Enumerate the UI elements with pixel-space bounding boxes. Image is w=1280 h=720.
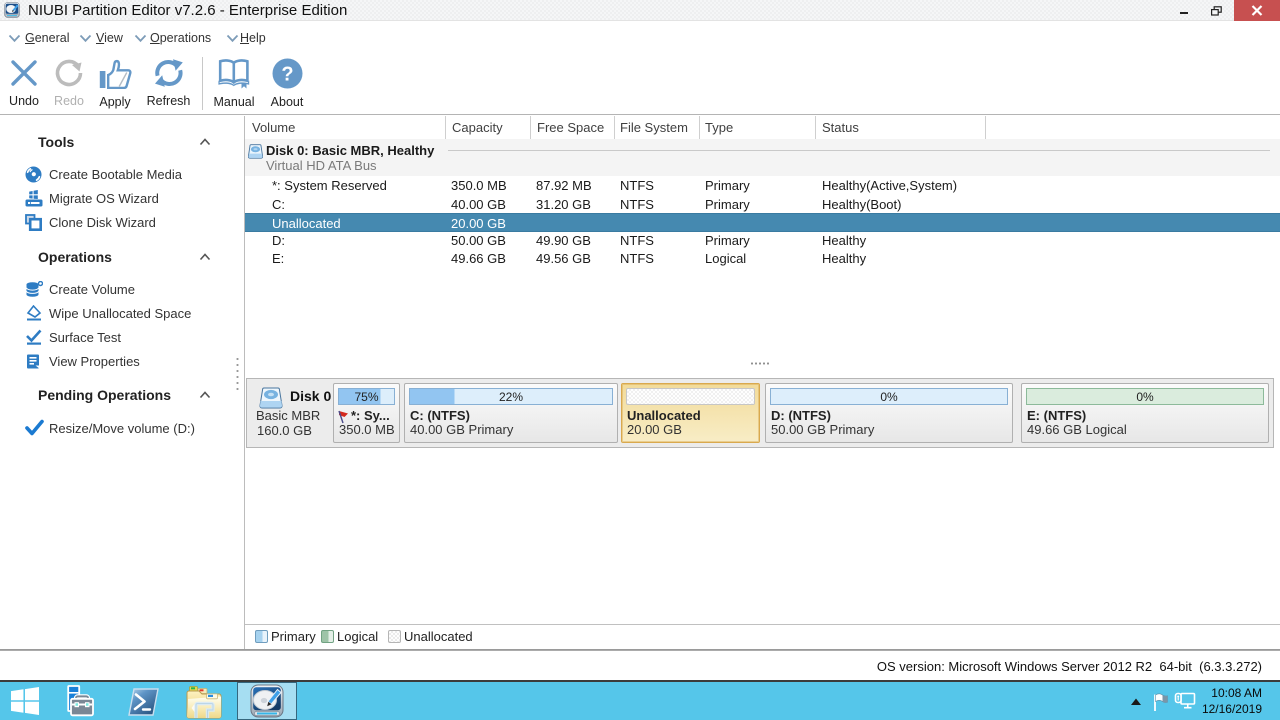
svg-text:?: ? [281,64,293,86]
